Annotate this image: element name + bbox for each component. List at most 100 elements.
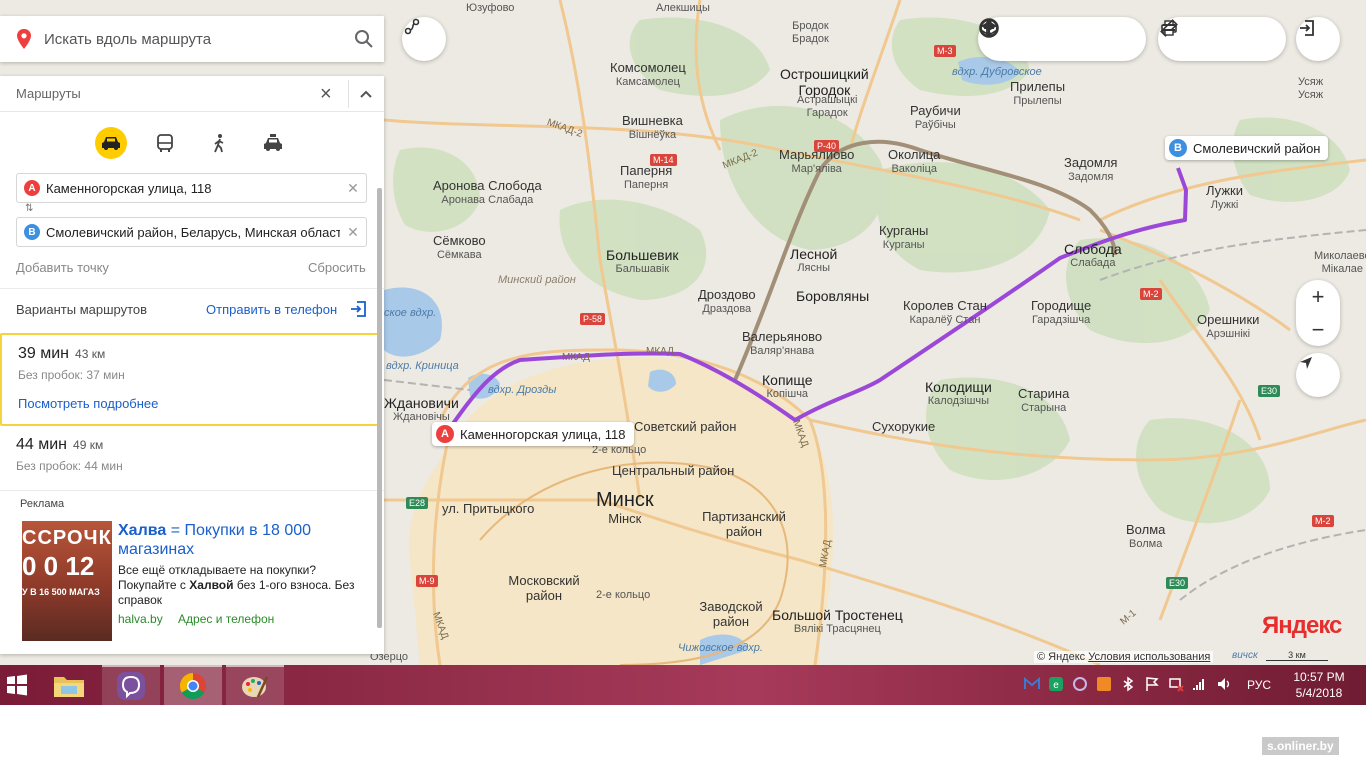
pin-b-icon: B	[1169, 139, 1187, 157]
yandex-logo: Яндекс	[1262, 612, 1342, 639]
route-details-link[interactable]: Посмотреть подробнее	[18, 396, 380, 411]
start-button[interactable]	[0, 665, 34, 705]
menu-button[interactable]	[1163, 17, 1278, 61]
location-arrow-icon	[1300, 357, 1312, 369]
tray-language[interactable]: РУС	[1247, 678, 1271, 692]
layers-toolbar	[978, 17, 1146, 61]
water-label: вдхр. Криница	[386, 360, 459, 372]
tray-volume-icon[interactable]	[1216, 676, 1232, 695]
from-field[interactable]: A Каменногорская улица, 118 ✕	[16, 173, 367, 203]
ad-domain-link[interactable]: halva.by	[118, 612, 163, 626]
map-pin-icon	[17, 29, 31, 49]
search-icon[interactable]	[354, 29, 374, 49]
from-value: Каменногорская улица, 118	[46, 180, 212, 196]
ad-image[interactable]: ССРОЧК 0 0 12 У В 16 500 МАГАЗ	[22, 521, 112, 641]
panel-scrollbar[interactable]	[377, 188, 382, 628]
place-label: Комсомолец Камсамолец	[610, 60, 686, 88]
ad-title[interactable]: Халва = Покупки в 18 000 магазинах	[118, 521, 358, 559]
distance-value: 43 км	[75, 347, 106, 361]
swap-icon[interactable]: ⇅	[25, 203, 33, 214]
district-label: Советский район	[634, 419, 737, 434]
place-label: Прилепы Прылепы	[1010, 79, 1066, 107]
water-label: ское вдхр.	[384, 307, 437, 319]
mode-public-transport[interactable]	[149, 127, 181, 159]
send-to-phone-icon[interactable]	[349, 300, 367, 318]
district-label: Московский район	[508, 573, 580, 603]
place-label: Королев Стан Каралёў Стан	[903, 298, 987, 326]
place-label: Вишневка Вішнёўка	[622, 113, 683, 141]
layers-button[interactable]	[980, 17, 1138, 61]
tray-skype-icon[interactable]: e	[1048, 676, 1064, 695]
place-label: Бродок Брадок	[792, 20, 829, 45]
panel-title: Маршруты	[16, 86, 81, 101]
place-label: Задомля Задомля	[1064, 155, 1118, 183]
tray-bluetooth-icon[interactable]	[1120, 676, 1136, 695]
login-button[interactable]	[1296, 17, 1340, 61]
taskbar-chrome[interactable]	[164, 665, 222, 705]
taskbar-explorer[interactable]	[40, 665, 98, 705]
ad-brand: Халва	[118, 522, 167, 539]
car-icon	[102, 137, 120, 150]
road-tag: Е30	[1258, 385, 1281, 397]
place-label: Волма Волма	[1126, 522, 1166, 550]
route-no-traffic: Без пробок: 37 мин	[18, 368, 125, 382]
route-variant-2[interactable]: 44 мин 49 км Без пробок: 44 мин	[0, 436, 382, 490]
terms-link[interactable]: Условия использования	[1088, 651, 1210, 663]
time-value: 39 мин	[18, 345, 70, 362]
route-marker-a[interactable]: A Каменногорская улица, 118	[432, 422, 634, 446]
place-label: Боровляны	[796, 288, 870, 304]
taskbar-paint[interactable]	[226, 665, 284, 705]
clear-to-icon[interactable]: ✕	[340, 224, 366, 241]
ad-label: Реклама	[20, 498, 65, 510]
place-label: Усяж Усяж	[1298, 76, 1324, 101]
water-label: вдхр. Дрозды	[488, 384, 557, 396]
tray-network-error-icon[interactable]	[1168, 676, 1184, 695]
tray-app-icon[interactable]	[1096, 676, 1112, 695]
street-label: 2-е кольцо	[596, 589, 651, 601]
road-tag: М-9	[416, 575, 438, 587]
close-icon[interactable]: ×	[320, 84, 332, 104]
place-label: Миколаево Мікалае	[1314, 250, 1366, 275]
copyright: © Яндекс	[1037, 651, 1086, 663]
route-no-traffic: Без пробок: 44 мин	[16, 459, 123, 473]
divider	[0, 288, 384, 289]
reset-link[interactable]: Сбросить	[308, 260, 366, 275]
clear-from-icon[interactable]: ✕	[340, 180, 366, 197]
route-options-button[interactable]	[402, 17, 446, 61]
place-label: Большевик Бальшавік	[606, 247, 679, 276]
place-label: Сёмково Сёмкава	[433, 233, 486, 261]
zoom-out-button[interactable]: −	[1296, 313, 1340, 346]
zoom-in-button[interactable]: +	[1296, 280, 1340, 313]
send-to-phone-link[interactable]: Отправить в телефон	[206, 302, 337, 317]
place-label: Слобода Слабада	[1064, 241, 1122, 270]
print-button[interactable]	[1161, 17, 1238, 61]
tray-mail-icon[interactable]	[1024, 676, 1040, 695]
add-point-link[interactable]: Добавить точку	[16, 260, 109, 275]
tray-viber-icon[interactable]	[1072, 676, 1088, 695]
layers-icon	[980, 21, 998, 36]
panorama-button[interactable]	[984, 17, 1058, 61]
place-label: Околица Ваколіца	[888, 147, 941, 175]
mode-walk[interactable]	[203, 127, 235, 159]
windows-taskbar: e РУС 10:57 PM 5/4/2018	[0, 665, 1366, 705]
locate-button[interactable]	[1296, 353, 1340, 397]
tray-flag-icon[interactable]	[1144, 676, 1160, 695]
district-label: Заводской район	[699, 599, 763, 629]
ad-image-text: 0 0 12	[22, 551, 95, 581]
route-variant-1[interactable]: 39 мин 43 км Без пробок: 37 мин Посмотрет…	[0, 333, 382, 426]
tray-signal-icon[interactable]	[1192, 676, 1208, 695]
place-label: Паперня Паперня	[620, 163, 673, 191]
route-search-input[interactable]	[44, 30, 344, 48]
place-label: Сухорукие	[872, 419, 936, 434]
to-field[interactable]: B Смолевичский район, Беларусь, Минская …	[16, 217, 367, 247]
mode-car[interactable]	[95, 127, 127, 159]
chevron-up-icon[interactable]	[359, 89, 373, 99]
place-label: Дроздово Драздова	[698, 287, 756, 315]
pin-a-icon: A	[24, 180, 40, 196]
ad-contacts-link[interactable]: Адрес и телефон	[178, 612, 274, 626]
mode-taxi[interactable]	[257, 127, 289, 159]
parking-button[interactable]	[979, 17, 1098, 61]
taskbar-clock[interactable]: 10:57 PM 5/4/2018	[1280, 669, 1358, 701]
route-marker-b[interactable]: B Смолевичский район	[1165, 136, 1329, 160]
taskbar-viber[interactable]	[102, 665, 160, 705]
